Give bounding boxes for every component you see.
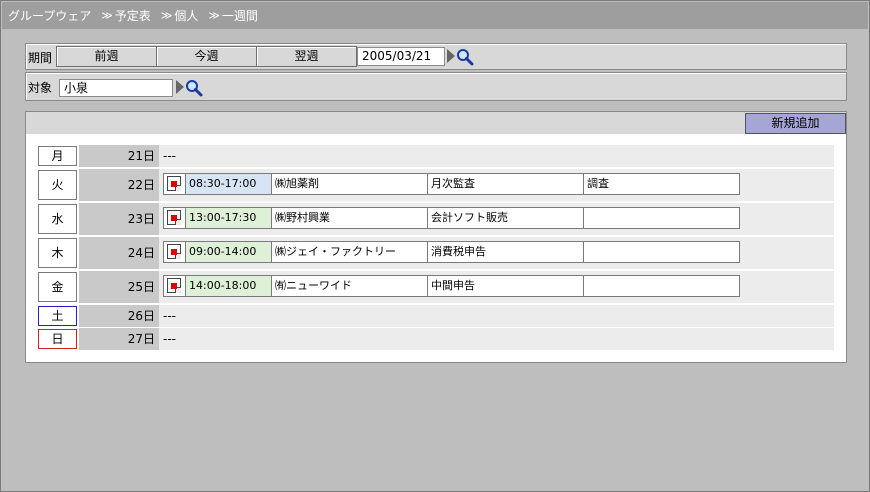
day-content: 09:00-14:00 ㈱ジェイ・ファクトリー 消費税申告: [159, 237, 834, 269]
breadcrumb-personal[interactable]: 個人: [174, 7, 198, 24]
memo-icon[interactable]: [167, 210, 181, 225]
schedule-note[interactable]: [584, 276, 739, 296]
schedule-time[interactable]: 13:00-17:30: [186, 208, 272, 228]
memo-icon-cell[interactable]: [164, 276, 186, 296]
schedule-client[interactable]: ㈲ニューワイド: [272, 276, 428, 296]
day-content[interactable]: ---: [159, 145, 834, 167]
schedule-header: 新規追加: [26, 112, 846, 134]
schedule-client[interactable]: ㈱旭薬剤: [272, 174, 428, 194]
day-label: 金: [38, 272, 77, 302]
day-row-wed: 水 23日 13:00-17:30 ㈱野村興業 会計ソフト販売: [37, 203, 834, 235]
schedule-entry[interactable]: 13:00-17:30 ㈱野村興業 会計ソフト販売: [163, 207, 740, 229]
target-search-icon[interactable]: [185, 79, 203, 97]
day-label: 土: [38, 306, 77, 326]
date-cell: 24日: [79, 237, 159, 269]
date-input[interactable]: 2005/03/21: [357, 47, 445, 66]
schedule-item[interactable]: 月次監査: [428, 174, 584, 194]
add-new-button[interactable]: 新規追加: [745, 113, 846, 134]
day-content: 08:30-17:00 ㈱旭薬剤 月次監査 調査: [159, 169, 834, 201]
empty-marker: ---: [163, 332, 176, 346]
date-cell: 21日: [79, 145, 159, 167]
target-panel: 対象 小泉: [25, 72, 847, 101]
date-cell: 22日: [79, 169, 159, 201]
period-panel: 期間 前週 今週 翌週 2005/03/21: [25, 43, 847, 70]
breadcrumb-app[interactable]: グループウェア: [8, 7, 91, 24]
day-row-sat: 土 26日 ---: [37, 305, 834, 327]
this-week-button[interactable]: 今週: [156, 46, 257, 67]
memo-icon-cell[interactable]: [164, 242, 186, 262]
breadcrumb-separator: ≫: [208, 9, 220, 22]
date-cell: 27日: [79, 328, 159, 350]
target-label: 対象: [28, 81, 53, 95]
memo-icon-cell[interactable]: [164, 208, 186, 228]
prev-week-button[interactable]: 前週: [56, 46, 157, 67]
window-frame: グループウェア ≫ 予定表 ≫ 個人 ≫ 一週間 期間 前週 今週 翌週 200…: [0, 0, 870, 492]
day-row-mon: 月 21日 ---: [37, 145, 834, 167]
memo-icon[interactable]: [167, 278, 181, 293]
day-row-sun: 日 27日 ---: [37, 328, 834, 350]
schedule-note[interactable]: [584, 242, 739, 262]
day-label: 木: [38, 238, 77, 268]
day-label: 日: [38, 329, 77, 349]
schedule-client[interactable]: ㈱ジェイ・ファクトリー: [272, 242, 428, 262]
breadcrumb-separator: ≫: [160, 9, 173, 22]
schedule-time[interactable]: 14:00-18:00: [186, 276, 272, 296]
period-label: 期間: [28, 51, 53, 65]
schedule-item[interactable]: 消費税申告: [428, 242, 584, 262]
target-input[interactable]: 小泉: [59, 79, 173, 97]
date-search-icon[interactable]: [456, 48, 474, 66]
schedule-entry[interactable]: 14:00-18:00 ㈲ニューワイド 中間申告: [163, 275, 740, 297]
schedule-item[interactable]: 会計ソフト販売: [428, 208, 584, 228]
day-content: 13:00-17:30 ㈱野村興業 会計ソフト販売: [159, 203, 834, 235]
date-arrow-icon[interactable]: [447, 49, 455, 63]
date-cell: 25日: [79, 271, 159, 303]
memo-icon[interactable]: [167, 176, 181, 191]
day-label: 水: [38, 204, 77, 234]
weekly-schedule-panel: 新規追加 月 21日 --- 火 22日 08:30-17:00 ㈱旭薬剤 月次…: [25, 111, 847, 363]
date-cell: 23日: [79, 203, 159, 235]
day-row-fri: 金 25日 14:00-18:00 ㈲ニューワイド 中間申告: [37, 271, 834, 303]
schedule-entry[interactable]: 08:30-17:00 ㈱旭薬剤 月次監査 調査: [163, 173, 740, 195]
breadcrumb-week: 一週間: [221, 9, 258, 23]
schedule-note[interactable]: 調査: [584, 174, 739, 194]
schedule-entry[interactable]: 09:00-14:00 ㈱ジェイ・ファクトリー 消費税申告: [163, 241, 740, 263]
target-arrow-icon[interactable]: [176, 80, 184, 94]
empty-marker: ---: [163, 309, 176, 323]
day-label: 火: [38, 170, 77, 200]
schedule-time[interactable]: 09:00-14:00: [186, 242, 272, 262]
date-cell: 26日: [79, 305, 159, 327]
empty-marker: ---: [163, 149, 176, 163]
day-label: 月: [38, 146, 77, 166]
day-row-thu: 木 24日 09:00-14:00 ㈱ジェイ・ファクトリー 消費税申告: [37, 237, 834, 269]
day-content: 14:00-18:00 ㈲ニューワイド 中間申告: [159, 271, 834, 303]
day-content[interactable]: ---: [159, 305, 834, 327]
next-week-button[interactable]: 翌週: [256, 46, 357, 67]
schedule-client[interactable]: ㈱野村興業: [272, 208, 428, 228]
breadcrumb-separator: ≫: [101, 9, 113, 22]
day-row-tue: 火 22日 08:30-17:00 ㈱旭薬剤 月次監査 調査: [37, 169, 834, 201]
schedule-item[interactable]: 中間申告: [428, 276, 584, 296]
schedule-note[interactable]: [584, 208, 739, 228]
schedule-time[interactable]: 08:30-17:00: [186, 174, 272, 194]
breadcrumb-schedule[interactable]: 予定表: [115, 7, 151, 24]
memo-icon-cell[interactable]: [164, 174, 186, 194]
day-content[interactable]: ---: [159, 328, 834, 350]
memo-icon[interactable]: [167, 244, 181, 259]
breadcrumb: グループウェア ≫ 予定表 ≫ 個人 ≫ 一週間: [2, 2, 868, 29]
